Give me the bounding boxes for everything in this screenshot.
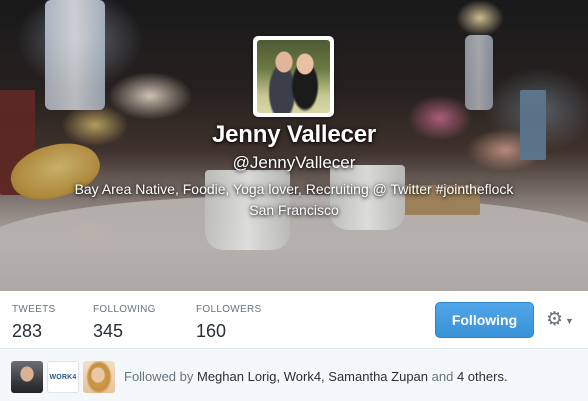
followed-by-names[interactable]: Meghan Lorig, Work4, Samantha Zupan bbox=[197, 369, 428, 384]
follower-avatar-samantha[interactable] bbox=[83, 361, 115, 393]
gear-icon: ⚙ bbox=[546, 309, 564, 330]
stat-followers-value: 160 bbox=[196, 321, 227, 341]
profile-info: Jenny Vallecer @JennyVallecer Bay Area N… bbox=[0, 120, 588, 220]
stat-tweets-value: 283 bbox=[12, 321, 43, 341]
stat-following-value: 345 bbox=[93, 321, 124, 341]
stat-tweets[interactable]: TWEETS 283 bbox=[12, 304, 55, 342]
following-button[interactable]: Following bbox=[435, 302, 534, 338]
followed-by-others-link[interactable]: 4 others. bbox=[457, 369, 508, 384]
follower-avatar-meghan[interactable] bbox=[11, 361, 43, 393]
followed-by-prefix: Followed by bbox=[124, 369, 194, 384]
banner-vase bbox=[465, 35, 493, 110]
profile-location: San Francisco bbox=[249, 202, 339, 218]
profile-avatar[interactable] bbox=[253, 36, 334, 117]
stat-followers[interactable]: FOLLOWERS 160 bbox=[196, 304, 262, 342]
banner-vase bbox=[45, 0, 105, 110]
profile-handle[interactable]: @JennyVallecer bbox=[0, 151, 588, 175]
stat-tweets-label: TWEETS bbox=[12, 304, 56, 315]
profile-avatar-image bbox=[257, 40, 330, 113]
followed-by-bar: WORK4 Followed by Meghan Lorig, Work4, S… bbox=[0, 350, 588, 401]
stat-following[interactable]: FOLLOWING 345 bbox=[93, 304, 156, 342]
follower-avatar-work4[interactable]: WORK4 bbox=[47, 361, 79, 393]
followed-by-and: and bbox=[431, 369, 454, 384]
profile-bio: Bay Area Native, Foodie, Yoga lover, Rec… bbox=[74, 181, 514, 197]
work4-logo: WORK4 bbox=[49, 373, 77, 381]
profile-name: Jenny Vallecer bbox=[212, 121, 376, 148]
chevron-down-icon: ▼ bbox=[565, 316, 574, 326]
stat-followers-label: FOLLOWERS bbox=[196, 304, 262, 315]
user-actions-dropdown[interactable]: ⚙ ▼ bbox=[546, 309, 576, 331]
stat-following-label: FOLLOWING bbox=[93, 304, 156, 315]
followed-by-text: Followed by Meghan Lorig, Work4, Samanth… bbox=[124, 369, 508, 384]
